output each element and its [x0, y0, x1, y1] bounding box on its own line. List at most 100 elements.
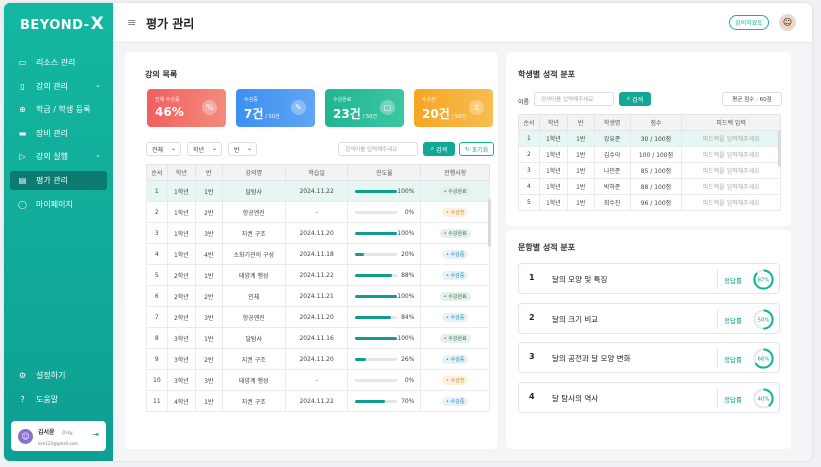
cell-date: 2024.11.20: [284, 222, 349, 244]
cell-status: • 수강완료: [420, 180, 490, 202]
cell-grade: 1학년: [166, 201, 197, 223]
filter-grade-select[interactable]: 학년 ⌄: [187, 142, 222, 156]
progress: 0%: [348, 209, 420, 216]
divider: [717, 388, 718, 408]
sidebar-item-0[interactable]: ▭ 리소스 관리: [10, 53, 107, 72]
progress-bar: [355, 315, 398, 319]
question-card: 2 달의 크기 비교 정답률 50%: [518, 302, 780, 334]
cell-progress: 100%: [347, 327, 422, 349]
cell-grade: 1학년: [538, 130, 568, 147]
sidebar-item-2[interactable]: ⊕ 학급 / 학생 등록: [10, 100, 107, 119]
column-header: 순서: [146, 164, 168, 181]
cell-no: 1: [146, 180, 168, 202]
cell-status: • 수강중: [420, 348, 490, 370]
table-row[interactable]: 3 1학년 1반 나민준 85 / 100점 피드백을 입력해주세요: [518, 162, 781, 179]
table-row[interactable]: 2 1학년 2반 항공엔진 - 0% • 수강전: [146, 201, 490, 223]
device-icon: ▬: [18, 128, 27, 138]
stat-value: 20건: [422, 107, 450, 121]
table-row[interactable]: 4 1학년 1반 박하준 88 / 100점 피드백을 입력해주세요: [518, 178, 781, 195]
progress-value: 100%: [397, 334, 415, 342]
table-row[interactable]: 10 3학년 3반 태양계 행성 - 0% • 수강전: [146, 369, 490, 391]
table-row[interactable]: 3 1학년 3반 지권 구조 2024.11.20 100% • 수강완료: [146, 222, 490, 244]
person-icon: ◯: [18, 199, 27, 209]
guide-button[interactable]: 강의자료도: [729, 15, 769, 30]
table-row[interactable]: 7 2학년 3반 항공엔진 2024.11.20 84% • 수강중: [146, 306, 490, 328]
progress-bar: [355, 231, 398, 235]
divider: [717, 270, 718, 289]
divider: [717, 309, 718, 329]
table-row[interactable]: 2 1학년 1반 김수아 100 / 100점 피드백을 입력해주세요: [518, 146, 781, 163]
sidebar-item-3[interactable]: ▬ 장비 관리: [10, 124, 107, 143]
table-row[interactable]: 1 1학년 1반 강유준 30 / 100점 피드백을 입력해주세요: [518, 130, 781, 147]
filter-class-select[interactable]: 반 ⌄: [228, 142, 257, 156]
progress: 70%: [348, 398, 420, 405]
menu-icon[interactable]: ≡: [127, 16, 136, 29]
table-row[interactable]: 4 1학년 4반 소화기관의 구성 2024.11.18 20% • 수강중: [146, 243, 490, 265]
name-label: 이름: [518, 99, 530, 106]
table-row[interactable]: 6 2학년 2반 인체 2024.11.21 100% • 수강완료: [146, 285, 490, 307]
stat-unit: / 50건: [362, 114, 377, 120]
progress-fill: [355, 189, 398, 193]
correct-rate-value: 87%: [758, 277, 770, 283]
correct-rate-ring: 66%: [753, 348, 774, 369]
progress: 100%: [348, 335, 420, 342]
feedback-input[interactable]: 피드백을 입력해주세요: [681, 178, 781, 195]
progress-bar: [355, 336, 398, 340]
cell-cls: 1반: [566, 194, 595, 211]
status-badge: • 수강완료: [439, 228, 471, 238]
cell-no: 1: [518, 130, 540, 147]
logo-x-mark: X: [90, 14, 105, 34]
column-header: 학습일: [284, 164, 349, 181]
cell-name: 항공엔진: [221, 306, 287, 328]
student-table: 순서 학년 반 학생명 점수 피드백 입력 1 1학년 1반 강유준 30 / 100점 피드백을 …: [518, 114, 781, 211]
cell-name: 인체: [221, 285, 287, 307]
progress: 100%: [348, 188, 420, 195]
student-table-scrollbar[interactable]: [778, 130, 781, 167]
table-row[interactable]: 9 3학년 2반 지권 구조 2024.11.20 26% • 수강중: [146, 348, 490, 370]
cell-date: 2024.11.22: [284, 390, 349, 412]
status-text: 수강중: [450, 272, 465, 279]
reset-button[interactable]: ↻ 초기화: [459, 142, 494, 156]
profile-avatar[interactable]: ☺: [779, 14, 796, 31]
course-table-scrollbar[interactable]: [488, 199, 491, 247]
student-search-input[interactable]: 검색어를 입력해주세요: [534, 92, 614, 106]
logout-icon[interactable]: ⇥: [92, 430, 99, 439]
cell-score: 85 / 100점: [629, 162, 683, 179]
course-search-input[interactable]: 검색어를 입력해주세요: [338, 142, 418, 156]
sidebar-bottom-item-1[interactable]: ? 도움말: [10, 390, 107, 409]
table-row[interactable]: 1 1학년 1반 달탐사 2024.11.22 100% • 수강완료: [146, 180, 490, 202]
sidebar-item-1[interactable]: ▯ 강의 관리 ⌄: [10, 77, 107, 96]
feedback-input[interactable]: 피드백을 입력해주세요: [681, 130, 781, 147]
feedback-input[interactable]: 피드백을 입력해주세요: [681, 194, 781, 211]
table-row[interactable]: 5 1학년 1반 최수진 96 / 100점 피드백을 입력해주세요: [518, 194, 781, 211]
sidebar-item-6[interactable]: ◯ 마이페이지: [10, 195, 107, 214]
correct-rate-label: 정답률: [724, 277, 742, 285]
feedback-input[interactable]: 피드백을 입력해주세요: [681, 162, 781, 179]
student-search-button[interactable]: ⌕ 검색: [619, 92, 651, 106]
stat-value: 7건: [244, 107, 264, 121]
sidebar-bottom-nav: ⚙ 설정하기 ? 도움말: [10, 366, 107, 413]
course-search-button[interactable]: ⌕ 검색: [423, 142, 455, 156]
filter-all-select[interactable]: 전체 ⌄: [146, 142, 181, 156]
logo-text: BEYOND-: [20, 18, 90, 33]
sidebar-item-5[interactable]: ▤ 평가 관리: [10, 170, 107, 190]
table-row[interactable]: 11 4학년 1반 지권 구조 2024.11.22 70% • 수강중: [146, 390, 490, 412]
table-row[interactable]: 8 3학년 1반 달탐사 2024.11.16 100% • 수강완료: [146, 327, 490, 349]
sidebar-bottom-item-0[interactable]: ⚙ 설정하기: [10, 366, 107, 385]
table-row[interactable]: 5 2학년 1반 태양계 행성 2024.11.22 88% • 수강중: [146, 264, 490, 286]
logo[interactable]: BEYOND-X: [20, 14, 104, 34]
correct-rate-ring: 87%: [753, 269, 774, 290]
play-icon: ▷: [19, 152, 26, 162]
stat-value: 46%: [155, 105, 184, 119]
sidebar-item-4[interactable]: ▷ 강의 실행 ⌄: [10, 147, 107, 166]
cell-name: 최수진: [593, 194, 631, 211]
progress: 0%: [348, 377, 420, 384]
sidebar-item-label: 리소스 관리: [36, 58, 76, 67]
avatar: ☺: [18, 428, 33, 444]
cell-cls: 1반: [195, 327, 223, 349]
cell-grade: 1학년: [166, 222, 197, 244]
divider: [717, 349, 718, 368]
column-header: 학년: [538, 114, 568, 131]
feedback-input[interactable]: 피드백을 입력해주세요: [681, 146, 781, 163]
chevron-down-icon: ⌄: [95, 80, 101, 89]
